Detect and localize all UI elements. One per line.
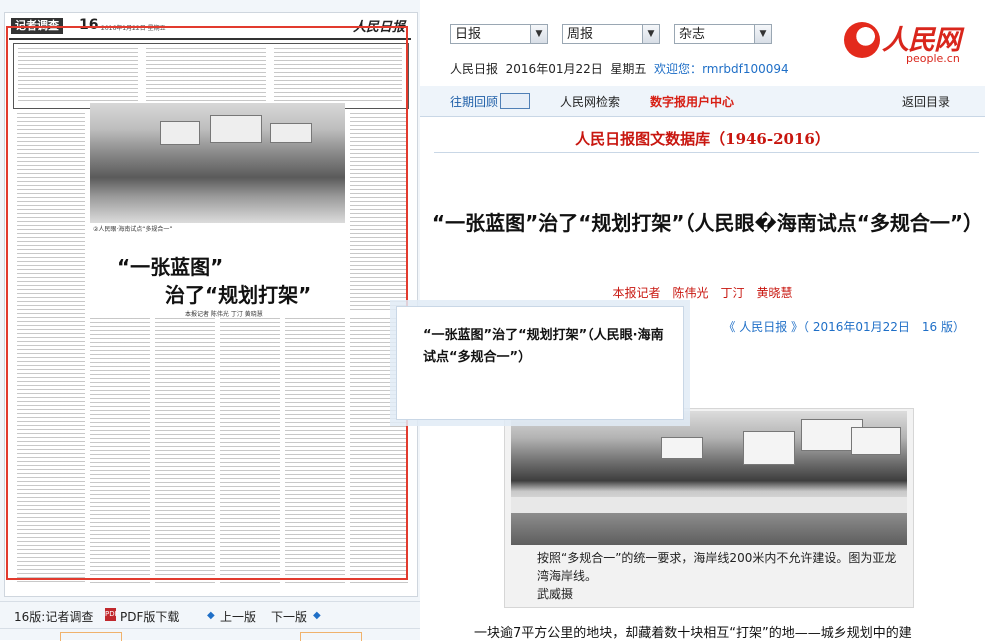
chevron-down-icon[interactable]: ▼ [530,25,547,43]
welcome-label: 欢迎您： [654,62,703,76]
issue-info-line: 人民日报 2016年01月22日 星期五 欢迎您：rmrbdf100094 [450,60,789,77]
issue-weekday: 星期五 [610,62,647,76]
photo-caption: 按照“多规合一”的统一要求，海岸线200米内不允许建设。图为亚龙湾海岸线。 武威… [513,549,905,603]
select-magazine[interactable]: 杂志 ▼ [674,24,772,44]
tooltip-text: “一张蓝图”治了“规划打架”（人民眼·海南试点“多规合一”） [423,328,664,365]
pdf-download-link[interactable]: PDF版下载 [120,608,179,625]
logo-text-en: people.cn [906,52,960,65]
issue-date: 2016年01月22日 [505,62,603,76]
article-title: “一张蓝图”治了“规划打架”（人民眼�海南试点“多规合一”） [431,211,984,235]
article-selection-highlight[interactable] [6,26,408,580]
article-figure: 按照“多规合一”的统一要求，海岸线200米内不允许建设。图为亚龙湾海岸线。 武威… [504,408,914,608]
logo-swirl-icon [844,22,880,58]
prev-arrow-icon[interactable]: ◆ [207,610,215,621]
page-navigation-bar: 16版:记者调查 PDF PDF版下载 ◆ 上一版 下一版 ◆ [0,601,420,629]
photographer-credit: 武威摄 [537,587,574,601]
article-photo [511,411,907,545]
current-page-label: 16版:记者调查 [14,610,94,624]
select-daily[interactable]: 日报 ▼ [450,24,548,44]
article-source[interactable]: 《 人民日报 》（ 2016年01月22日 16 版） [723,318,965,335]
nav-return-toc[interactable]: 返回目录 [902,93,950,110]
nav-back-issues[interactable]: 往期回顾 [450,93,498,110]
select-daily-value: 日报 [455,27,482,42]
nav-user-center[interactable]: 数字报用户中心 [650,93,734,110]
user-id[interactable]: rmrbdf100094 [702,62,789,76]
prev-page-link[interactable]: 上一版 [220,608,256,625]
next-page-link[interactable]: 下一版 [271,608,307,625]
pdf-icon[interactable]: PDF [105,608,119,621]
divider [434,152,979,153]
calendar-icon[interactable] [500,93,530,109]
nav-search[interactable]: 人民网检索 [560,93,620,110]
article-authors: 本报记者 陈伟光 丁汀 黄晓慧 [612,286,793,300]
select-weekly[interactable]: 周报 ▼ [562,24,660,44]
people-cn-logo[interactable]: 人民网 people.cn [844,18,980,68]
article-hover-tooltip: “一张蓝图”治了“规划打架”（人民眼·海南试点“多规合一”） [396,306,684,420]
select-weekly-value: 周报 [567,27,594,42]
paper-name: 人民日报 [450,62,499,76]
caption-text: 按照“多规合一”的统一要求，海岸线200米内不允许建设。图为亚龙湾海岸线。 [537,551,897,583]
newspaper-panel: 记者调查 16 2016年1月22日 星期五 人民日报 ②人民眼·海南试点“多规… [0,0,420,641]
select-magazine-value: 杂志 [679,27,706,42]
chevron-down-icon[interactable]: ▼ [642,25,659,43]
next-arrow-icon[interactable]: ◆ [313,610,321,621]
database-title: 人民日报图文数据库（1946-2016） [575,130,830,148]
chevron-down-icon[interactable]: ▼ [754,25,771,43]
article-body-first-line: 一块逾7平方公里的地块，却藏着数十块相互“打架”的地——城乡规划中的建 [474,626,912,641]
